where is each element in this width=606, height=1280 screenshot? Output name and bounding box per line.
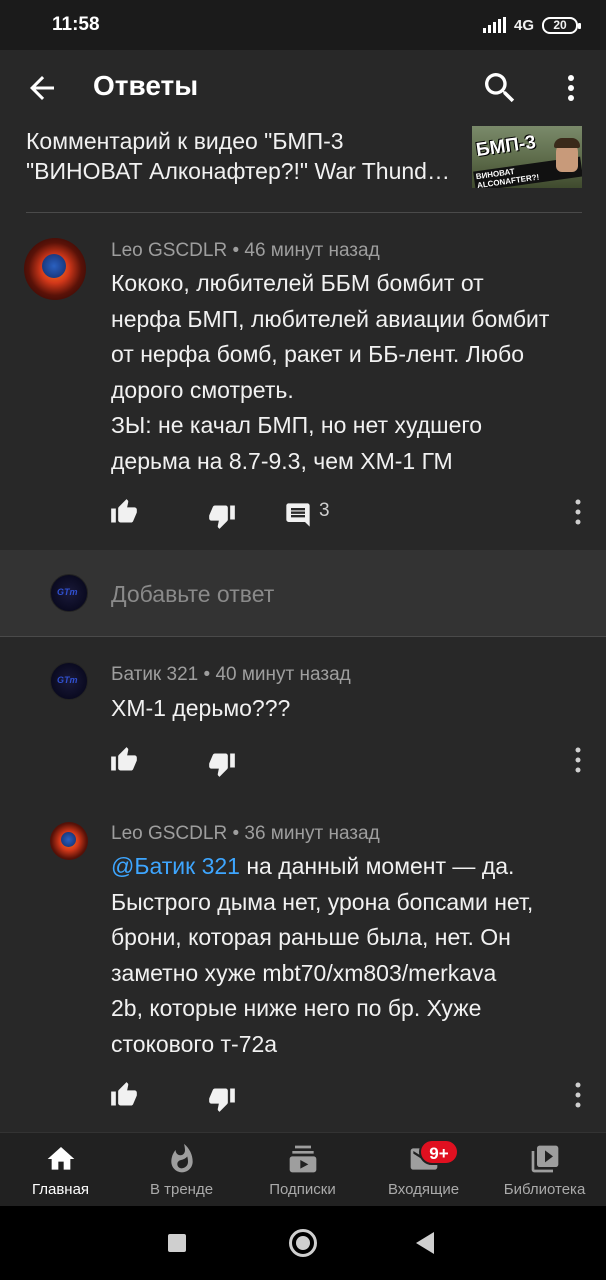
avatar[interactable] <box>50 662 88 700</box>
nav-trending[interactable]: В тренде <box>121 1133 242 1207</box>
divider <box>0 636 606 637</box>
add-reply-input[interactable]: Добавьте ответ <box>111 581 274 608</box>
comment-text: XM-1 дерьмо??? <box>111 691 591 727</box>
comment-line: @Батик 321 на данный момент — да. <box>111 849 591 885</box>
nav-home[interactable]: Главная <box>0 1133 121 1207</box>
add-reply-bar[interactable]: Добавьте ответ <box>0 550 606 636</box>
bottom-navigation: Главная В тренде Подписки 9+ Входящие Би… <box>0 1132 606 1206</box>
system-back-icon[interactable] <box>416 1232 434 1254</box>
nav-label: Библиотека <box>503 1181 586 1198</box>
comment-line: 2b, которые ниже него по бр. Хуже <box>111 995 482 1021</box>
comment-author[interactable]: Leo GSCDLR <box>111 240 227 261</box>
subscriptions-icon <box>289 1145 317 1173</box>
like-icon[interactable] <box>110 1081 138 1109</box>
comment-meta: Leo GSCDLR • 36 минут назад <box>111 823 380 845</box>
dislike-icon[interactable] <box>208 750 236 778</box>
meta-separator: • <box>203 664 216 685</box>
like-icon[interactable] <box>110 746 138 774</box>
video-reference-title[interactable]: Комментарий к видео "БМП-3 "ВИНОВАТ Алко… <box>26 126 466 186</box>
comment-time: 40 минут назад <box>215 664 351 685</box>
comment-meta: Батик 321 • 40 минут назад <box>111 664 351 686</box>
nav-label: Главная <box>31 1181 90 1198</box>
page-title: Ответы <box>93 70 199 101</box>
status-bar: 11:58 4G 20 <box>0 0 606 50</box>
comment-line-rest: на данный момент — да. <box>239 853 515 879</box>
comment-text: Кококо, любителей ББМ бомбит от нерфа БМ… <box>111 266 591 479</box>
home-icon <box>47 1147 75 1170</box>
comment-more-icon[interactable] <box>572 1081 584 1109</box>
comment-text: @Батик 321 на данный момент — да. Быстро… <box>111 849 591 1062</box>
library-icon <box>531 1145 559 1173</box>
network-type: 4G <box>513 16 534 34</box>
avatar[interactable] <box>24 238 86 300</box>
comment-author[interactable]: Батик 321 <box>111 664 198 685</box>
comment-time: 36 минут назад <box>244 823 380 844</box>
comment-line: стокового т-72а <box>111 1030 278 1057</box>
thumbnail-person <box>554 138 580 172</box>
video-thumbnail[interactable]: БМП-3 ВИНОВАТ ALCONAFTER?! <box>472 126 582 188</box>
avatar[interactable] <box>50 822 88 860</box>
battery-level: 20 <box>553 18 567 32</box>
status-icons: 4G 20 <box>482 16 581 34</box>
comment-more-icon[interactable] <box>572 498 584 526</box>
comment-line: заметно хуже mbt70/xm803/merkava <box>111 959 497 986</box>
comment-actions <box>110 746 586 778</box>
dislike-icon[interactable] <box>208 1085 236 1113</box>
video-reference-line: "ВИНОВАТ Алконафтер?!" War Thund… <box>26 158 450 184</box>
comment-line: дорого смотреть. <box>111 376 294 403</box>
comment-line: ЗЫ: не качал БМП, но нет худшего <box>111 412 483 438</box>
nav-label: В тренде <box>149 1181 214 1198</box>
main-comment: Leo GSCDLR • 46 минут назад Кококо, люби… <box>0 214 606 550</box>
comment-author[interactable]: Leo GSCDLR <box>111 823 227 844</box>
avatar <box>50 574 88 612</box>
dislike-icon[interactable] <box>208 502 236 530</box>
meta-separator: • <box>232 240 245 261</box>
comment-line: брони, которая раньше была, нет. Он <box>111 924 511 950</box>
comment-actions <box>110 1081 586 1113</box>
app-bar: Ответы <box>0 50 606 126</box>
comment-more-icon[interactable] <box>572 746 584 774</box>
nav-library[interactable]: Библиотека <box>484 1133 605 1207</box>
home-button-icon[interactable] <box>289 1229 317 1257</box>
comment-line: нерфа БМП, любителей авиации бомбит <box>111 305 550 332</box>
nav-label: Входящие <box>387 1181 460 1198</box>
nav-inbox[interactable]: 9+ Входящие <box>363 1133 484 1207</box>
comment-line: Кококо, любителей ББМ бомбит от <box>111 270 484 296</box>
battery-icon: 20 <box>542 16 581 34</box>
notification-badge: 9+ <box>419 1139 459 1165</box>
video-reference-line: Комментарий к видео "БМП-3 <box>26 128 344 154</box>
meta-separator: • <box>232 823 245 844</box>
video-reference[interactable]: Комментарий к видео "БМП-3 "ВИНОВАТ Алко… <box>26 126 586 196</box>
comment-line: дерьма на 8.7-9.3, чем XM-1 ГМ <box>111 447 453 474</box>
nav-label: Подписки <box>269 1181 336 1198</box>
system-navigation-bar <box>0 1206 606 1280</box>
comment-line: Быстрого дыма нет, урона бопсами нет, <box>111 888 534 915</box>
like-icon[interactable] <box>110 498 138 526</box>
comment-actions: 3 <box>110 498 586 530</box>
mention-link[interactable]: @Батик 321 <box>111 853 240 879</box>
recent-apps-icon[interactable] <box>168 1234 186 1252</box>
comment-meta: Leo GSCDLR • 46 минут назад <box>111 240 380 262</box>
thumbnail-title: БМП-3 <box>474 131 538 162</box>
search-icon[interactable] <box>480 68 520 108</box>
nav-subscriptions[interactable]: Подписки <box>242 1133 363 1207</box>
divider <box>26 212 582 213</box>
back-arrow-icon[interactable] <box>24 70 60 106</box>
more-options-icon[interactable] <box>556 68 586 108</box>
comment-time: 46 минут назад <box>244 240 380 261</box>
signal-icon <box>482 17 506 33</box>
fire-icon <box>171 1143 193 1173</box>
status-time: 11:58 <box>52 14 100 35</box>
comment-line: от нерфа бомб, ракет и ББ-лент. Любо <box>111 341 525 367</box>
reply-icon[interactable] <box>284 501 312 529</box>
comment-line: XM-1 дерьмо??? <box>111 695 291 721</box>
reply-count[interactable]: 3 <box>319 500 330 522</box>
